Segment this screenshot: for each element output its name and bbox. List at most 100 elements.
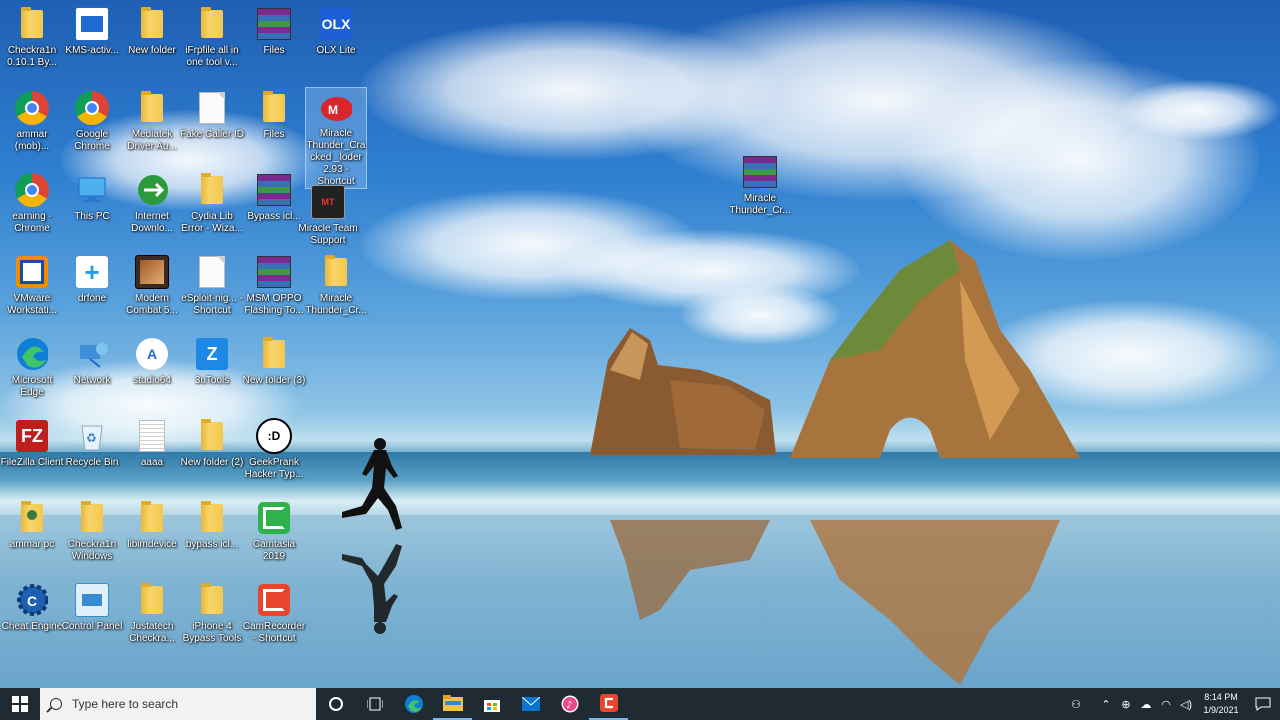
desktop-icon[interactable]: Files — [244, 2, 304, 78]
taskbar-search-box[interactable]: Type here to search — [40, 688, 316, 720]
mail-icon — [521, 697, 540, 711]
desktop-icon[interactable]: Bypass icl... — [244, 168, 304, 244]
people-icon: ⚇ — [1071, 698, 1081, 711]
desktop-icon[interactable]: Fake Caller ID — [180, 86, 244, 162]
troll-icon: :D — [256, 418, 292, 454]
desktop-icon[interactable]: OLX OLX Lite — [306, 2, 366, 78]
desktop-icon-label: ammar (mob)... — [14, 129, 50, 152]
desktop-icon[interactable]: CamRecorder - Shortcut — [243, 578, 305, 654]
desktop-icon-label: Files — [263, 129, 285, 140]
desktop-icon[interactable]: Justatech Checkra... — [122, 578, 182, 654]
desktop-icon[interactable]: Miracle Thunder_Cr... — [729, 150, 791, 226]
desktop-icon[interactable]: New folder (3) — [243, 332, 305, 408]
desktop-icon[interactable]: Cydia Lib Error - Wiza... — [181, 168, 243, 244]
onedrive-button[interactable]: ☁ — [1136, 688, 1156, 720]
desktop-icon-label: aaaa — [140, 457, 164, 468]
desktop-icon-label: Cydia Lib Error - Wiza... — [181, 211, 243, 234]
task-view-button[interactable] — [355, 688, 394, 720]
taskbar-mail-button[interactable] — [511, 688, 550, 720]
clock[interactable]: 8:14 PM 1/9/2021 — [1196, 691, 1246, 717]
desktop-icon[interactable]: MT Miracle Team Support — [298, 180, 358, 256]
desktop-icon-label: GeekPrank Hacker Typ... — [244, 457, 304, 480]
game-icon — [134, 254, 170, 290]
desktop-icon-label: Checkra1n 0.10.1 By... — [7, 45, 57, 68]
desktop-icon[interactable]: Microsoft Edge — [2, 332, 62, 408]
desktop-icon[interactable]: Checkra1n 0.10.1 By... — [2, 2, 62, 78]
control-panel-icon — [74, 582, 110, 618]
desktop-icon[interactable]: eSploit-nig... - Shortcut — [181, 250, 243, 326]
svg-text:C: C — [27, 593, 37, 609]
tray-app-button[interactable]: ⊕ — [1116, 688, 1136, 720]
desktop-icon[interactable]: Z 3uTools — [182, 332, 242, 408]
desktop-icon[interactable]: Internet Downlo... — [122, 168, 182, 244]
search-icon — [50, 698, 62, 710]
desktop-icon[interactable]: Google Chrome — [62, 86, 122, 162]
windows-logo-icon — [12, 696, 28, 712]
desktop-icon[interactable]: libimdevice — [122, 496, 182, 572]
desktop-icon[interactable]: Astudio64 — [122, 332, 182, 408]
desktop-icon-label: drfone — [77, 293, 107, 304]
desktop-icon[interactable]: Camtasia 2019 — [244, 496, 304, 572]
desktop-icon[interactable]: KMS-activ... — [62, 2, 122, 78]
desktop-icon[interactable]: This PC — [62, 168, 122, 244]
taskbar-itunes-button[interactable]: ♪ — [550, 688, 589, 720]
desktop-icon[interactable]: M Miracle Thunder_Cra cked _loder 2.93 - … — [305, 87, 367, 189]
taskbar-edge-button[interactable] — [394, 688, 433, 720]
taskbar-store-button[interactable] — [472, 688, 511, 720]
desktop-icon[interactable]: aaaa — [122, 414, 182, 490]
notification-icon — [1255, 697, 1271, 711]
desktop-icon[interactable]: ammar (mob)... — [2, 86, 62, 162]
folder-icon — [14, 6, 50, 42]
desktop-icon-label: Miracle Thunder_Cra cked _loder 2.93 - S… — [306, 128, 366, 187]
folder-icon — [134, 6, 170, 42]
desktop-icon[interactable]: ammar pc — [2, 496, 62, 572]
desktop-icon[interactable]: Files — [244, 86, 304, 162]
desktop-icon[interactable]: Mediatek Driver Au... — [122, 86, 182, 162]
desktop-icon[interactable]: New folder (2) — [181, 414, 243, 490]
desktop-icon[interactable]: iFrpfile all in one tool v... — [182, 2, 242, 78]
winrar-icon — [256, 254, 292, 290]
desktop-icon[interactable]: Network — [62, 332, 122, 408]
folder-icon — [194, 172, 230, 208]
desktop-icon-label: Modern Combat 5... — [126, 293, 178, 316]
taskbar-camrecorder-button[interactable] — [589, 688, 628, 720]
folder-icon — [74, 500, 110, 536]
desktop-icon[interactable]: Modern Combat 5... — [122, 250, 182, 326]
action-center-button[interactable] — [1246, 688, 1280, 720]
desktop-icon[interactable]: MSM OPPO Flashing To... — [244, 250, 304, 326]
desktop-icon[interactable]: C Cheat Engine — [2, 578, 62, 654]
desktop-icon-label: libimdevice — [127, 539, 177, 550]
start-button[interactable] — [0, 688, 40, 720]
desktop-icon[interactable]: ♻ Recycle Bin — [62, 414, 122, 490]
people-button[interactable]: ⚇ — [1066, 688, 1086, 720]
desktop-icon-label: earning - Chrome — [12, 211, 52, 234]
network-icon — [74, 336, 110, 372]
desktop-icon[interactable]: + drfone — [62, 250, 122, 326]
desktop-icon[interactable]: New folder — [122, 2, 182, 78]
desktop-icon-label: Miracle Thunder_Cr... — [729, 193, 791, 216]
desktop-icon-label: Fake Caller ID — [180, 129, 244, 140]
desktop-icon-label: studio64 — [133, 375, 171, 386]
desktop-icon[interactable]: Miracle Thunder_Cr... — [305, 250, 367, 326]
drfone-icon: + — [74, 254, 110, 290]
svg-text:M: M — [328, 103, 338, 117]
camtasia-icon — [256, 500, 292, 536]
desktop-icon[interactable]: bypass icl... — [182, 496, 242, 572]
taskbar-file-explorer-button[interactable] — [433, 688, 472, 720]
desktop-icon-label: FileZilla Client — [0, 457, 64, 468]
wifi-button[interactable]: ◠ — [1156, 688, 1176, 720]
show-hidden-icons-button[interactable]: ⌃ — [1096, 688, 1116, 720]
desktop-icon[interactable]: VMware Workstati... — [2, 250, 62, 326]
desktop-icon[interactable]: earning - Chrome — [2, 168, 62, 244]
desktop-icon[interactable]: iPhone 4 Bypass Tools — [182, 578, 242, 654]
desktop-icon-label: Bypass icl... — [247, 211, 301, 222]
desktop-icon[interactable]: FZ FileZilla Client — [0, 414, 64, 490]
desktop-icon[interactable]: Checkra1n Windows — [62, 496, 122, 572]
cortana-button[interactable] — [316, 688, 355, 720]
folder-icon — [256, 90, 292, 126]
volume-button[interactable]: ◁) — [1176, 688, 1196, 720]
desktop-icon[interactable]: Control Panel — [62, 578, 122, 654]
desktop-icon[interactable]: :D GeekPrank Hacker Typ... — [244, 414, 304, 490]
user-folder-icon — [14, 500, 50, 536]
desktop-icon-label: Miracle Thunder_Cr... — [305, 293, 367, 316]
